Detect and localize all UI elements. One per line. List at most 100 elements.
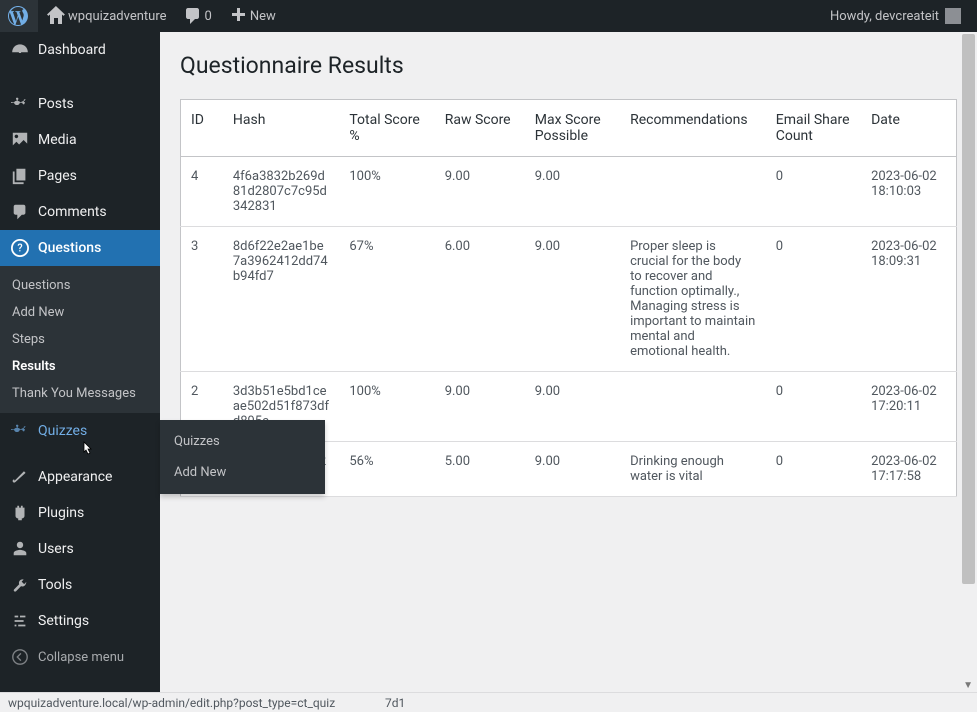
sidebar-item-tools[interactable]: Tools bbox=[0, 567, 160, 603]
sidebar-label: Collapse menu bbox=[38, 650, 124, 665]
sidebar-item-quizzes[interactable]: Quizzes bbox=[0, 413, 160, 449]
cell-hash: 4f6a3832b269d81d2807c7c95d342831 bbox=[223, 157, 340, 227]
svg-text:?: ? bbox=[17, 242, 22, 255]
cell-date: 2023-06-02 18:10:03 bbox=[861, 157, 956, 227]
cell-recommendations bbox=[620, 372, 766, 442]
cell-date: 2023-06-02 17:17:58 bbox=[861, 442, 956, 497]
wrench-icon bbox=[10, 575, 30, 595]
cell-date: 2023-06-02 17:20:11 bbox=[861, 372, 956, 442]
th-date[interactable]: Date bbox=[861, 100, 956, 157]
table-row[interactable]: 38d6f22e2ae1be7a3962412dd74b94fd767%6.00… bbox=[181, 227, 957, 372]
collapse-icon bbox=[10, 647, 30, 667]
pin-icon bbox=[10, 421, 30, 441]
th-recommendations[interactable]: Recommendations bbox=[620, 100, 766, 157]
plus-icon bbox=[228, 6, 248, 26]
cell-email_share: 0 bbox=[766, 227, 861, 372]
submenu-steps[interactable]: Steps bbox=[0, 326, 160, 353]
cell-max_score: 9.00 bbox=[525, 442, 620, 497]
cell-raw_score: 9.00 bbox=[435, 157, 525, 227]
table-header-row: ID Hash Total Score % Raw Score Max Scor… bbox=[181, 100, 957, 157]
comments-link[interactable]: 0 bbox=[175, 0, 220, 32]
sidebar-label: Tools bbox=[38, 577, 72, 593]
flyout-add-new[interactable]: Add New bbox=[160, 457, 325, 488]
quizzes-flyout: Quizzes Add New bbox=[160, 420, 325, 494]
sidebar-item-questions[interactable]: ? Questions bbox=[0, 230, 160, 266]
cell-raw_score: 5.00 bbox=[435, 442, 525, 497]
cell-id: 4 bbox=[181, 157, 223, 227]
status-bar: wpquizadventure.local/wp-admin/edit.php?… bbox=[0, 692, 977, 712]
howdy-text: Howdy, devcreateit bbox=[830, 9, 939, 24]
th-total-score[interactable]: Total Score % bbox=[339, 100, 434, 157]
sidebar-item-comments[interactable]: Comments bbox=[0, 194, 160, 230]
th-max-score[interactable]: Max Score Possible bbox=[525, 100, 620, 157]
sidebar-item-settings[interactable]: Settings bbox=[0, 603, 160, 639]
page-title: Questionnaire Results bbox=[180, 52, 957, 79]
media-icon bbox=[10, 130, 30, 150]
sidebar-label: Comments bbox=[38, 204, 107, 220]
sidebar-label: Appearance bbox=[38, 469, 112, 485]
cell-recommendations: Drinking enough water is vital bbox=[620, 442, 766, 497]
sidebar-label: Media bbox=[38, 132, 77, 148]
pin-icon bbox=[10, 94, 30, 114]
new-link[interactable]: New bbox=[220, 0, 284, 32]
submenu-thank-you[interactable]: Thank You Messages bbox=[0, 380, 160, 407]
dashboard-icon bbox=[10, 40, 30, 60]
cell-max_score: 9.00 bbox=[525, 372, 620, 442]
content-area: Questionnaire Results ID Hash Total Scor… bbox=[160, 32, 977, 712]
cell-hash: 8d6f22e2ae1be7a3962412dd74b94fd7 bbox=[223, 227, 340, 372]
wp-logo[interactable] bbox=[0, 0, 38, 32]
user-icon bbox=[10, 539, 30, 559]
cell-raw_score: 6.00 bbox=[435, 227, 525, 372]
cell-id: 3 bbox=[181, 227, 223, 372]
submenu-add-new[interactable]: Add New bbox=[0, 299, 160, 326]
scroll-down-arrow[interactable]: ▼ bbox=[963, 680, 973, 691]
sidebar-label: Pages bbox=[38, 168, 77, 184]
cell-total_score: 100% bbox=[339, 157, 434, 227]
plugin-icon bbox=[10, 503, 30, 523]
th-email-share[interactable]: Email Share Count bbox=[766, 100, 861, 157]
submenu-questions[interactable]: Questions bbox=[0, 272, 160, 299]
sidebar-label: Plugins bbox=[38, 505, 84, 521]
sidebar-label: Posts bbox=[38, 96, 74, 112]
flyout-quizzes[interactable]: Quizzes bbox=[160, 426, 325, 457]
th-raw-score[interactable]: Raw Score bbox=[435, 100, 525, 157]
questions-submenu: Questions Add New Steps Results Thank Yo… bbox=[0, 266, 160, 413]
site-name: wpquizadventure bbox=[68, 9, 167, 24]
th-id[interactable]: ID bbox=[181, 100, 223, 157]
user-avatar bbox=[945, 8, 961, 24]
vertical-scrollbar[interactable]: ▼ bbox=[960, 32, 977, 693]
sidebar-item-users[interactable]: Users bbox=[0, 531, 160, 567]
sidebar-label: Dashboard bbox=[38, 42, 106, 58]
site-link[interactable]: wpquizadventure bbox=[38, 0, 175, 32]
sidebar-item-media[interactable]: Media bbox=[0, 122, 160, 158]
wordpress-icon bbox=[8, 6, 28, 26]
cell-email_share: 0 bbox=[766, 157, 861, 227]
status-url: wpquizadventure.local/wp-admin/edit.php?… bbox=[8, 696, 335, 710]
sidebar-item-pages[interactable]: Pages bbox=[0, 158, 160, 194]
cell-total_score: 67% bbox=[339, 227, 434, 372]
comment-icon bbox=[10, 202, 30, 222]
cell-max_score: 9.00 bbox=[525, 227, 620, 372]
status-extra: 7d1 bbox=[385, 696, 405, 710]
admin-bar-left: wpquizadventure 0 New bbox=[0, 0, 284, 32]
table-row[interactable]: 44f6a3832b269d81d2807c7c95d342831100%9.0… bbox=[181, 157, 957, 227]
cell-email_share: 0 bbox=[766, 442, 861, 497]
pages-icon bbox=[10, 166, 30, 186]
sidebar-label: Questions bbox=[38, 240, 101, 256]
question-icon: ? bbox=[10, 238, 30, 258]
scrollbar-thumb[interactable] bbox=[962, 34, 975, 584]
th-hash[interactable]: Hash bbox=[223, 100, 340, 157]
cell-total_score: 56% bbox=[339, 442, 434, 497]
cell-recommendations bbox=[620, 157, 766, 227]
sidebar-item-appearance[interactable]: Appearance bbox=[0, 459, 160, 495]
admin-bar-right: Howdy, devcreateit bbox=[822, 0, 969, 32]
submenu-results[interactable]: Results bbox=[0, 353, 160, 380]
sidebar-item-dashboard[interactable]: Dashboard bbox=[0, 32, 160, 68]
cell-date: 2023-06-02 18:09:31 bbox=[861, 227, 956, 372]
sidebar-item-plugins[interactable]: Plugins bbox=[0, 495, 160, 531]
collapse-menu[interactable]: Collapse menu bbox=[0, 639, 160, 675]
sidebar-item-posts[interactable]: Posts bbox=[0, 86, 160, 122]
cell-recommendations: Proper sleep is crucial for the body to … bbox=[620, 227, 766, 372]
cell-email_share: 0 bbox=[766, 372, 861, 442]
user-menu[interactable]: Howdy, devcreateit bbox=[822, 0, 969, 32]
